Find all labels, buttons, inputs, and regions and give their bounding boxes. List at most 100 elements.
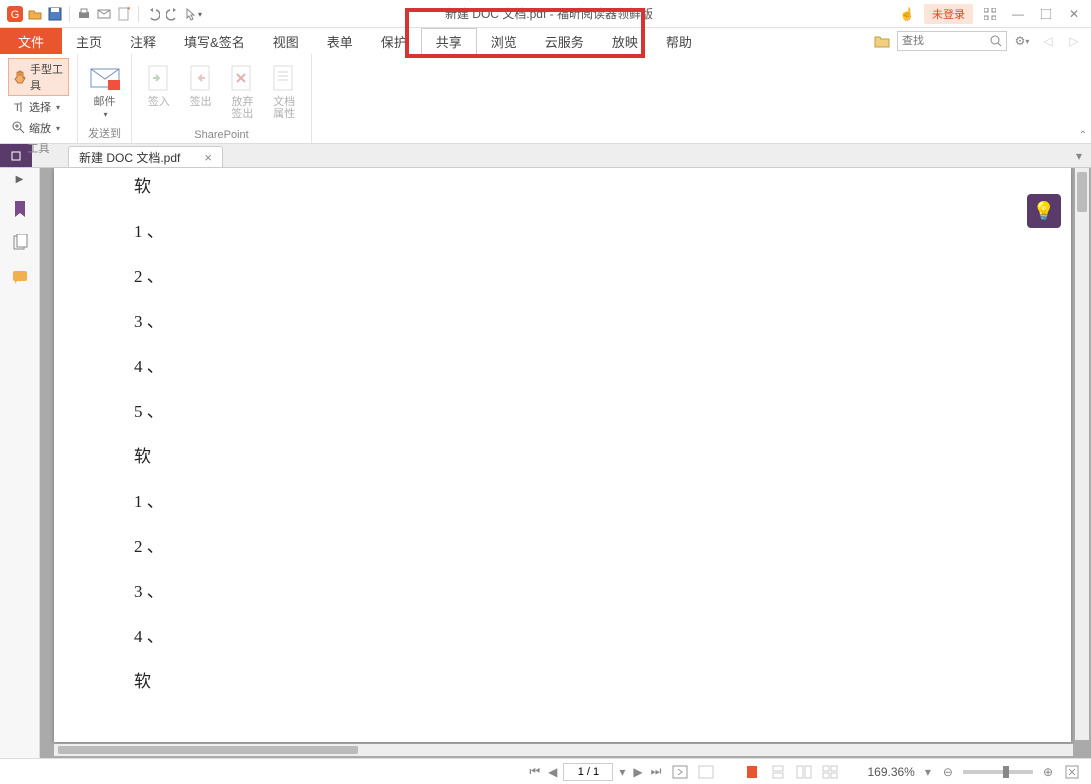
document-viewport[interactable]: 软 1 、 2 、 3 、 4 、 5 、 软 1 、 2 、 3 、 4 、 … bbox=[40, 168, 1091, 758]
close-tab-icon[interactable]: × bbox=[204, 150, 212, 165]
menu-home[interactable]: 主页 bbox=[62, 28, 116, 54]
mail-icon[interactable] bbox=[95, 5, 113, 23]
select-tool[interactable]: T 选择 ▾ bbox=[8, 97, 69, 117]
rotate-icon[interactable] bbox=[697, 764, 715, 780]
page-navigation: ⏮ ◀ ▾ ▶ ⏭ bbox=[527, 763, 663, 781]
bookmark-panel-icon[interactable] bbox=[10, 199, 30, 219]
mail-button[interactable]: 邮件 ▾ bbox=[86, 58, 123, 123]
page-text: 3 、 bbox=[134, 577, 991, 602]
menu-slideshow[interactable]: 放映 bbox=[598, 28, 652, 54]
print-icon[interactable] bbox=[75, 5, 93, 23]
menu-view[interactable]: 视图 bbox=[259, 28, 313, 54]
ribbon-group-sharepoint: 签入 签出 放弃 签出 文档 属性 SharePoint bbox=[132, 54, 312, 143]
menu-help[interactable]: 帮助 bbox=[652, 28, 706, 54]
undo-icon[interactable] bbox=[144, 5, 162, 23]
title-controls: ☝ 未登录 ― ✕ bbox=[896, 4, 1085, 24]
zoom-icon bbox=[12, 121, 26, 135]
title-bar: G * ▾ 新建 DOC 文档.pdf - 福昕阅读器领鲜版 ☝ 未登录 ― ✕ bbox=[0, 0, 1091, 28]
status-bar: ⏮ ◀ ▾ ▶ ⏭ 169.36% ▾ ⊖ ⊕ bbox=[0, 758, 1091, 784]
menu-comment[interactable]: 注释 bbox=[116, 28, 170, 54]
vertical-scrollbar[interactable] bbox=[1075, 168, 1089, 740]
pdf-page: 软 1 、 2 、 3 、 4 、 5 、 软 1 、 2 、 3 、 4 、 … bbox=[54, 168, 1071, 742]
nav-next-icon[interactable]: ▷ bbox=[1063, 32, 1085, 50]
sidebar-expand-icon[interactable]: ▶ bbox=[16, 174, 24, 185]
page-text: 2 、 bbox=[134, 532, 991, 557]
pages-panel-icon[interactable] bbox=[10, 233, 30, 253]
comments-panel-icon[interactable] bbox=[10, 267, 30, 287]
text-select-icon: T bbox=[12, 100, 26, 114]
save-icon[interactable] bbox=[46, 5, 64, 23]
menu-cloud[interactable]: 云服务 bbox=[531, 28, 598, 54]
prev-page-icon[interactable]: ◀ bbox=[546, 765, 559, 779]
page-text: 2 、 bbox=[134, 262, 991, 287]
hand-icon bbox=[13, 70, 27, 84]
zoom-level: 169.36% bbox=[867, 765, 914, 779]
menu-share[interactable]: 共享 bbox=[421, 28, 477, 54]
fullscreen-icon[interactable] bbox=[979, 5, 1001, 23]
new-icon[interactable]: * bbox=[115, 5, 133, 23]
ribbon: 手型工具 T 选择 ▾ 缩放 ▾ 工具 邮件 ▾ 发送到 bbox=[0, 54, 1091, 144]
nav-prev-icon[interactable]: ◁ bbox=[1037, 32, 1059, 50]
zoom-out-icon[interactable]: ⊖ bbox=[941, 765, 955, 779]
checkin-icon bbox=[143, 62, 175, 94]
menu-fillsign[interactable]: 填写&签名 bbox=[170, 28, 259, 54]
page-dropdown-icon[interactable]: ▾ bbox=[617, 765, 627, 779]
menu-browse[interactable]: 浏览 bbox=[477, 28, 531, 54]
hand-point-icon[interactable]: ☝ bbox=[896, 5, 918, 23]
page-text: 软 bbox=[134, 442, 991, 467]
checkin-button: 签入 bbox=[140, 58, 178, 127]
redo-icon[interactable] bbox=[164, 5, 182, 23]
search-box[interactable] bbox=[897, 31, 1007, 51]
single-page-view-icon[interactable] bbox=[743, 764, 761, 780]
maximize-button[interactable] bbox=[1035, 5, 1057, 23]
zoom-slider[interactable] bbox=[963, 770, 1033, 774]
page-text: 4 、 bbox=[134, 622, 991, 647]
app-logo-icon: G bbox=[6, 5, 24, 23]
window-title: 新建 DOC 文档.pdf - 福昕阅读器领鲜版 bbox=[202, 5, 896, 22]
open-icon[interactable] bbox=[26, 5, 44, 23]
search-input[interactable] bbox=[902, 35, 990, 47]
doc-properties-button: 文档 属性 bbox=[265, 58, 303, 127]
page-text: 3 、 bbox=[134, 307, 991, 332]
zoom-tool[interactable]: 缩放 ▾ bbox=[8, 118, 69, 138]
continuous-view-icon[interactable] bbox=[769, 764, 787, 780]
checkout-icon bbox=[185, 62, 217, 94]
sidebar: ▶ bbox=[0, 168, 40, 758]
fit-page-icon[interactable] bbox=[1063, 765, 1081, 779]
menu-protect[interactable]: 保护 bbox=[367, 28, 421, 54]
dropdown-arrow-icon: ▾ bbox=[56, 103, 60, 112]
discard-icon bbox=[226, 62, 258, 94]
zoom-in-icon[interactable]: ⊕ bbox=[1041, 765, 1055, 779]
minimize-button[interactable]: ― bbox=[1007, 5, 1029, 23]
collapse-ribbon-icon[interactable]: ⌃ bbox=[1079, 130, 1087, 141]
reflow-icon[interactable] bbox=[671, 764, 689, 780]
continuous-facing-view-icon[interactable] bbox=[821, 764, 839, 780]
search-icon[interactable] bbox=[990, 35, 1002, 47]
menu-bar: 文件 主页 注释 填写&签名 视图 表单 保护 共享 浏览 云服务 放映 帮助 … bbox=[0, 28, 1091, 54]
page-text: 1 、 bbox=[134, 487, 991, 512]
page-number-input[interactable] bbox=[563, 763, 613, 781]
close-button[interactable]: ✕ bbox=[1063, 5, 1085, 23]
hint-bulb-button[interactable]: 💡 bbox=[1027, 194, 1061, 228]
tab-overflow-icon[interactable]: ▾ bbox=[1067, 144, 1091, 167]
login-status[interactable]: 未登录 bbox=[924, 4, 973, 24]
settings-gear-icon[interactable]: ⚙▾ bbox=[1011, 32, 1033, 50]
mail-large-icon bbox=[89, 62, 121, 94]
page-text: 1 、 bbox=[134, 217, 991, 242]
hand-tool[interactable]: 手型工具 bbox=[8, 58, 69, 96]
first-page-icon[interactable]: ⏮ bbox=[527, 764, 542, 779]
folder-search-icon[interactable] bbox=[871, 32, 893, 50]
menu-form[interactable]: 表单 bbox=[313, 28, 367, 54]
zoom-dropdown-icon[interactable]: ▾ bbox=[923, 765, 933, 779]
last-page-icon[interactable]: ⏭ bbox=[649, 764, 664, 779]
discard-checkout-button: 放弃 签出 bbox=[224, 58, 262, 127]
document-tab[interactable]: 新建 DOC 文档.pdf × bbox=[68, 146, 223, 167]
file-menu[interactable]: 文件 bbox=[0, 28, 62, 54]
horizontal-scrollbar[interactable] bbox=[54, 744, 1073, 756]
main-area: ▶ 软 1 、 2 、 3 、 4 、 5 、 软 1 、 2 、 3 、 4 … bbox=[0, 168, 1091, 758]
document-tab-strip: 新建 DOC 文档.pdf × ▾ bbox=[0, 144, 1091, 168]
next-page-icon[interactable]: ▶ bbox=[631, 765, 644, 779]
properties-icon bbox=[268, 62, 300, 94]
facing-view-icon[interactable] bbox=[795, 764, 813, 780]
cursor-dropdown-icon[interactable]: ▾ bbox=[184, 5, 202, 23]
